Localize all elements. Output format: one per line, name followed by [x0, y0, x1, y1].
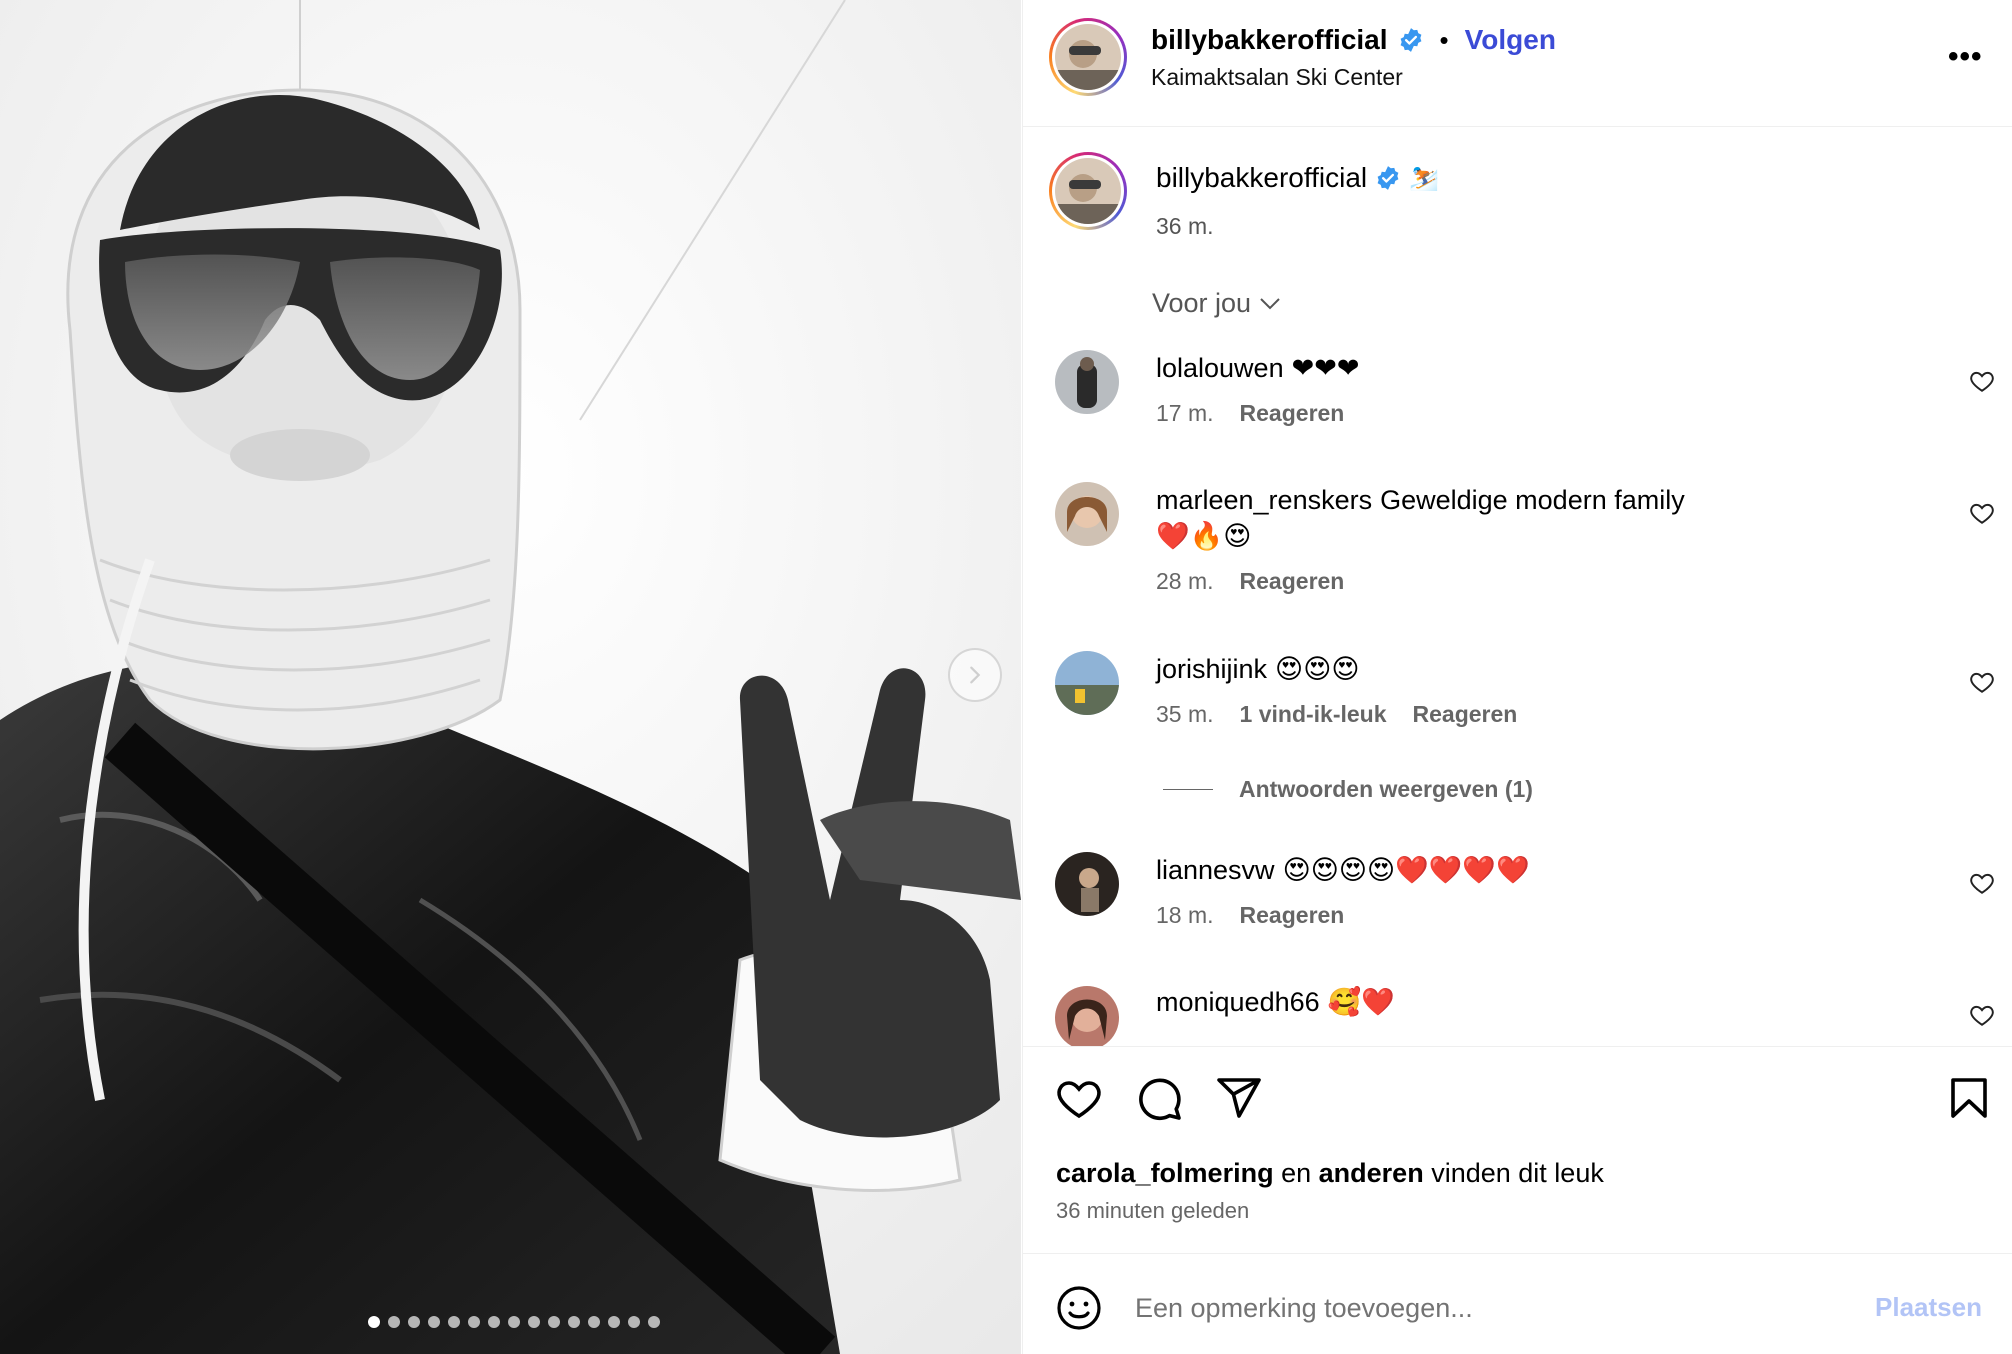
- comment-text: 😍😍😍😍❤️❤️❤️❤️: [1282, 855, 1530, 885]
- header-user-row: billybakkerofficial • Volgen: [1151, 24, 1556, 56]
- like-comment-heart-icon[interactable]: [1969, 368, 1995, 394]
- carousel-dot: [628, 1316, 640, 1328]
- caption-row: billybakkerofficial ⛷️: [1156, 162, 1439, 194]
- comment-time: 35 m.: [1156, 701, 1214, 727]
- comment-bubble-icon[interactable]: [1135, 1074, 1183, 1122]
- like-comment-heart-icon[interactable]: [1969, 870, 1995, 896]
- commenter-avatar[interactable]: [1055, 350, 1119, 414]
- comment-username[interactable]: lolalouwen: [1156, 353, 1284, 383]
- like-comment-heart-icon[interactable]: [1969, 500, 1995, 526]
- carousel-dot: [608, 1316, 620, 1328]
- carousel-dot: [648, 1316, 660, 1328]
- header-divider: [1023, 126, 2012, 127]
- carousel-dot: [588, 1316, 600, 1328]
- likes-en: en: [1281, 1158, 1312, 1188]
- photo-scene: [0, 0, 1021, 1354]
- verified-badge-icon: [1400, 28, 1421, 52]
- likes-others-link[interactable]: anderen: [1319, 1158, 1424, 1188]
- comment-username[interactable]: moniquedh66: [1156, 987, 1320, 1017]
- post-timestamp[interactable]: 36 minuten geleden: [1056, 1198, 1249, 1224]
- like-comment-heart-icon[interactable]: [1969, 1002, 1995, 1028]
- save-bookmark-icon[interactable]: [1945, 1074, 1993, 1122]
- carousel-dot: [368, 1316, 380, 1328]
- caption-avatar[interactable]: [1049, 152, 1127, 230]
- comment-time: 17 m.: [1156, 400, 1214, 426]
- comment-likes-count[interactable]: 1 vind-ik-leuk: [1240, 701, 1387, 728]
- comment-sort-dropdown[interactable]: Voor jou: [1152, 288, 1281, 319]
- view-replies-label: Antwoorden weergeven (1): [1239, 776, 1533, 802]
- comment-item: moniquedh66 🥰❤️: [1023, 984, 2012, 1046]
- post-photo[interactable]: [0, 0, 1021, 1354]
- caption-timestamp: 36 m.: [1156, 213, 1214, 239]
- carousel-dot: [388, 1316, 400, 1328]
- chevron-right-icon: [970, 666, 981, 684]
- carousel-dot: [568, 1316, 580, 1328]
- comment-text-continued: ❤️🔥😍: [1156, 521, 1252, 551]
- like-heart-icon[interactable]: [1055, 1074, 1103, 1122]
- comment-input[interactable]: [1135, 1286, 1835, 1330]
- reply-button[interactable]: Reageren: [1240, 902, 1345, 929]
- chevron-down-icon: [1260, 297, 1280, 309]
- likes-summary: carola_folmering en anderen vinden dit l…: [1056, 1158, 1604, 1189]
- caption-username[interactable]: billybakkerofficial: [1156, 162, 1367, 194]
- like-comment-heart-icon[interactable]: [1969, 669, 1995, 695]
- reply-button[interactable]: Reageren: [1413, 701, 1518, 728]
- verified-badge-icon: [1377, 166, 1399, 190]
- composer-divider: [1023, 1253, 2012, 1254]
- reply-button[interactable]: Reageren: [1240, 568, 1345, 595]
- avatar-image: [1055, 24, 1121, 90]
- actions-divider: [1023, 1046, 2012, 1047]
- comment-time: 28 m.: [1156, 568, 1214, 594]
- carousel-dot: [508, 1316, 520, 1328]
- emoji-smiley-icon[interactable]: [1055, 1284, 1103, 1332]
- caption-text: ⛷️: [1409, 164, 1440, 192]
- comment-text: Geweldige modern family: [1380, 485, 1685, 515]
- follow-button[interactable]: Volgen: [1465, 24, 1556, 56]
- replies-divider-line: [1163, 789, 1213, 790]
- comment-text: 😍😍😍: [1275, 654, 1360, 684]
- likes-suffix: vinden dit leuk: [1431, 1158, 1604, 1188]
- author-username[interactable]: billybakkerofficial: [1151, 24, 1388, 56]
- comment-text: ❤❤❤: [1291, 353, 1360, 383]
- comment-text: 🥰❤️: [1327, 987, 1395, 1017]
- author-avatar[interactable]: [1049, 18, 1127, 96]
- commenter-avatar[interactable]: [1055, 986, 1119, 1046]
- liker-username[interactable]: carola_folmering: [1056, 1158, 1274, 1188]
- carousel-dot: [488, 1316, 500, 1328]
- carousel-indicator: [368, 1316, 660, 1328]
- header-separator: •: [1439, 24, 1449, 55]
- comment-sort-label: Voor jou: [1152, 288, 1252, 318]
- comment-username[interactable]: jorishijink: [1156, 654, 1267, 684]
- carousel-dot: [408, 1316, 420, 1328]
- post-comment-button[interactable]: Plaatsen: [1875, 1292, 1982, 1323]
- commenter-avatar[interactable]: [1055, 651, 1119, 715]
- post-location[interactable]: Kaimaktsalan Ski Center: [1151, 64, 1403, 91]
- carousel-dot: [548, 1316, 560, 1328]
- more-options-button[interactable]: •••: [1948, 40, 1983, 74]
- carousel-dot: [448, 1316, 460, 1328]
- carousel-dot: [428, 1316, 440, 1328]
- view-replies-button[interactable]: Antwoorden weergeven (1): [1163, 776, 1533, 803]
- comment-username[interactable]: marleen_renskers: [1156, 485, 1372, 515]
- reply-button[interactable]: Reageren: [1240, 400, 1345, 427]
- commenter-avatar[interactable]: [1055, 852, 1119, 916]
- avatar-image: [1055, 158, 1121, 224]
- share-paper-plane-icon[interactable]: [1215, 1074, 1263, 1122]
- carousel-next-button[interactable]: [948, 648, 1002, 702]
- carousel-dot: [528, 1316, 540, 1328]
- commenter-avatar[interactable]: [1055, 482, 1119, 546]
- carousel-dot: [468, 1316, 480, 1328]
- comment-time: 18 m.: [1156, 902, 1214, 928]
- post-side-panel: billybakkerofficial • Volgen Kaimaktsala…: [1022, 0, 2012, 1354]
- comment-username[interactable]: liannesvw: [1156, 855, 1275, 885]
